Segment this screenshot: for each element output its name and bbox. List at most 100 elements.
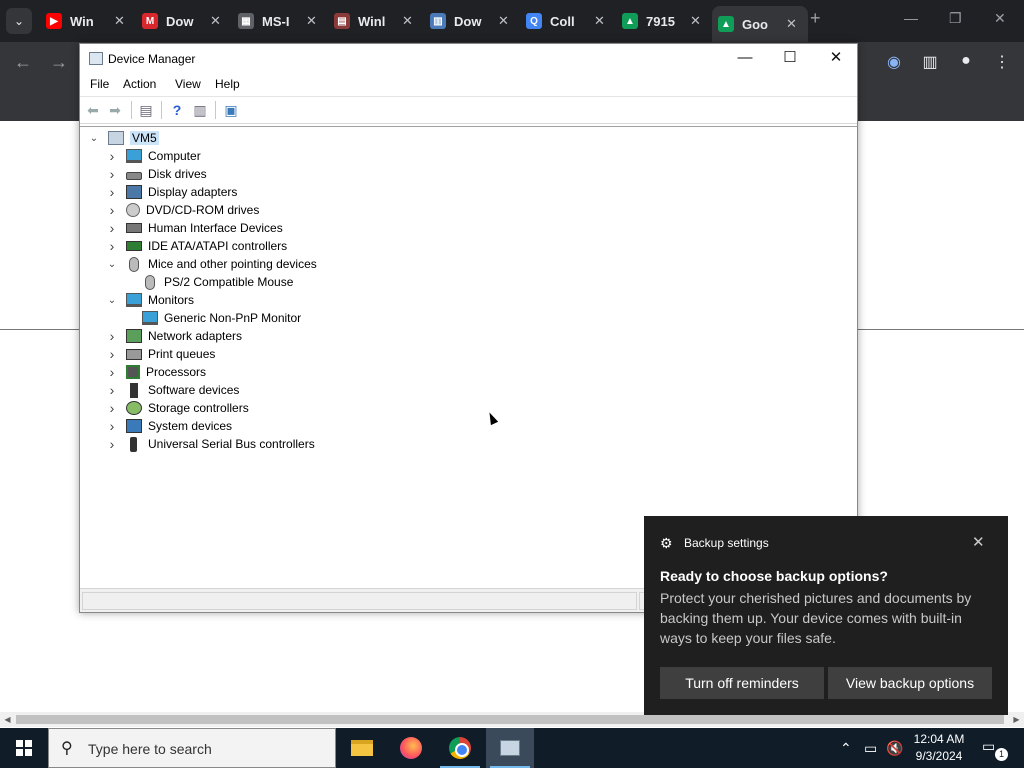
tree-device[interactable]: PS/2 Compatible Mouse [142,273,293,291]
scroll-left-icon[interactable]: ◀ [0,712,15,727]
close-button[interactable]: ✕ [813,44,859,74]
browser-restore-button[interactable]: ❐ [949,10,962,27]
tab-search-button[interactable]: ⌄ [6,8,32,34]
tab-close-icon[interactable]: ✕ [306,13,317,29]
tree-category[interactable]: › Software devices [106,381,240,399]
menu-help[interactable]: Help [215,77,240,91]
browser-back-icon[interactable]: ← [14,52,32,73]
expand-chevron-icon[interactable]: › [106,400,118,416]
tree-category[interactable]: › Processors [106,363,206,381]
firefox-taskbar-button[interactable] [387,728,435,768]
expand-chevron-icon[interactable]: › [106,220,118,236]
show-hidden-icons-chevron-icon[interactable]: ⌃ [840,740,852,757]
browser-tab[interactable]: Q Coll ✕ [520,6,616,36]
collapse-chevron-icon[interactable]: ⌄ [106,295,118,306]
tab-close-icon[interactable]: ✕ [690,13,701,29]
tree-category[interactable]: › IDE ATA/ATAPI controllers [106,237,288,255]
tree-category[interactable]: › System devices [106,417,232,435]
taskbar: ⚲ Type here to search ⌃ ▭ 🔇 12:04 AM 9/3… [0,728,1024,768]
tree-category[interactable]: › Universal Serial Bus controllers [106,435,315,453]
expand-chevron-icon[interactable]: › [106,346,118,362]
tree-category[interactable]: › Disk drives [106,165,207,183]
taskbar-search-box[interactable]: ⚲ Type here to search [48,728,336,768]
network-adapter-icon [126,329,142,343]
collapse-chevron-icon[interactable]: ⌄ [106,259,118,270]
tree-root[interactable]: ⌄ VM5 [88,129,159,147]
expand-chevron-icon[interactable]: › [106,238,118,254]
software-device-icon [130,382,138,398]
turn-off-reminders-button[interactable]: Turn off reminders [660,667,824,699]
browser-close-button[interactable]: ✕ [994,10,1006,27]
help-icon[interactable]: ? [168,101,186,119]
tree-category[interactable]: ⌄ Monitors [106,291,194,309]
browser-tab[interactable]: ▦ MS-I ✕ [232,6,328,36]
browser-tab[interactable]: ▲ Goo ✕ [712,6,808,42]
tab-close-icon[interactable]: ✕ [498,13,509,29]
title-bar: Device Manager — ☐ ✕ [80,44,857,74]
extension-icon[interactable]: ◉ [884,52,904,72]
browser-minimize-button[interactable]: — [904,10,918,26]
tree-category[interactable]: › Display adapters [106,183,238,201]
browser-tab[interactable]: ▶ Win ✕ [40,6,136,36]
tree-category[interactable]: › DVD/CD-ROM drives [106,201,260,219]
browser-tab-title: Win [70,13,94,29]
expand-chevron-icon[interactable]: › [106,436,118,452]
storage-controller-icon [126,401,142,415]
clock[interactable]: 12:04 AM 9/3/2024 [905,731,973,765]
tab-close-icon[interactable]: ✕ [594,13,605,29]
profile-avatar-icon[interactable]: ● [956,52,976,72]
scroll-right-icon[interactable]: ▶ [1009,712,1024,727]
browser-tab[interactable]: ▤ Winl ✕ [328,6,424,36]
settings-gear-icon: ⚙ [660,535,673,551]
browser-tab[interactable]: M Dow ✕ [136,6,232,36]
tab-close-icon[interactable]: ✕ [786,16,797,32]
scroll-thumb[interactable] [16,715,1004,724]
tree-category-label: Network adapters [148,329,243,343]
expand-chevron-icon[interactable]: › [106,382,118,398]
expand-chevron-icon[interactable]: › [106,364,118,380]
maximize-button[interactable]: ☐ [767,44,813,74]
tree-category[interactable]: ⌄ Mice and other pointing devices [106,255,317,273]
side-panel-icon[interactable]: ▥ [920,52,940,72]
menu-file[interactable]: File [90,77,109,91]
expand-chevron-icon[interactable]: › [106,166,118,182]
expand-chevron-icon[interactable]: › [106,148,118,164]
browser-tab-title: Goo [742,16,768,32]
update-driver-icon[interactable]: ▥ [191,101,209,119]
tree-category[interactable]: › Human Interface Devices [106,219,283,237]
browser-tab[interactable]: ▥ Dow ✕ [424,6,520,36]
tree-category[interactable]: › Print queues [106,345,216,363]
expand-chevron-icon[interactable]: › [106,184,118,200]
forward-arrow-icon[interactable]: ➡ [106,101,124,119]
tree-category[interactable]: › Storage controllers [106,399,249,417]
menu-view[interactable]: View [175,77,201,91]
tree-device[interactable]: Generic Non-PnP Monitor [142,309,301,327]
tab-close-icon[interactable]: ✕ [402,13,413,29]
chrome-taskbar-button[interactable] [436,728,484,768]
browser-menu-icon[interactable]: ⋮ [992,52,1012,72]
view-backup-options-button[interactable]: View backup options [828,667,992,699]
notification-app-name: Backup settings [684,536,769,550]
properties-icon[interactable]: ▤ [137,101,155,119]
collapse-chevron-icon[interactable]: ⌄ [88,133,100,144]
browser-tab[interactable]: ▲ 7915 ✕ [616,6,712,36]
expand-chevron-icon[interactable]: › [106,418,118,434]
browser-forward-icon[interactable]: → [50,52,68,73]
device-manager-taskbar-button[interactable] [486,728,534,768]
new-tab-button[interactable]: + [810,8,821,29]
tree-category[interactable]: › Network adapters [106,327,242,345]
scan-hardware-icon[interactable]: ▣ [222,101,240,119]
file-explorer-taskbar-button[interactable] [338,728,386,768]
tab-close-icon[interactable]: ✕ [210,13,221,29]
start-button[interactable] [0,728,48,768]
expand-chevron-icon[interactable]: › [106,328,118,344]
notification-close-icon[interactable]: ✕ [972,533,985,551]
network-icon[interactable]: ▭ [864,740,877,757]
expand-chevron-icon[interactable]: › [106,202,118,218]
back-arrow-icon[interactable]: ⬅ [84,101,102,119]
tree-category[interactable]: › Computer [106,147,201,165]
minimize-button[interactable]: — [722,44,768,74]
volume-muted-icon[interactable]: 🔇 [886,740,903,757]
tab-close-icon[interactable]: ✕ [114,13,125,29]
menu-action[interactable]: Action [123,77,156,91]
